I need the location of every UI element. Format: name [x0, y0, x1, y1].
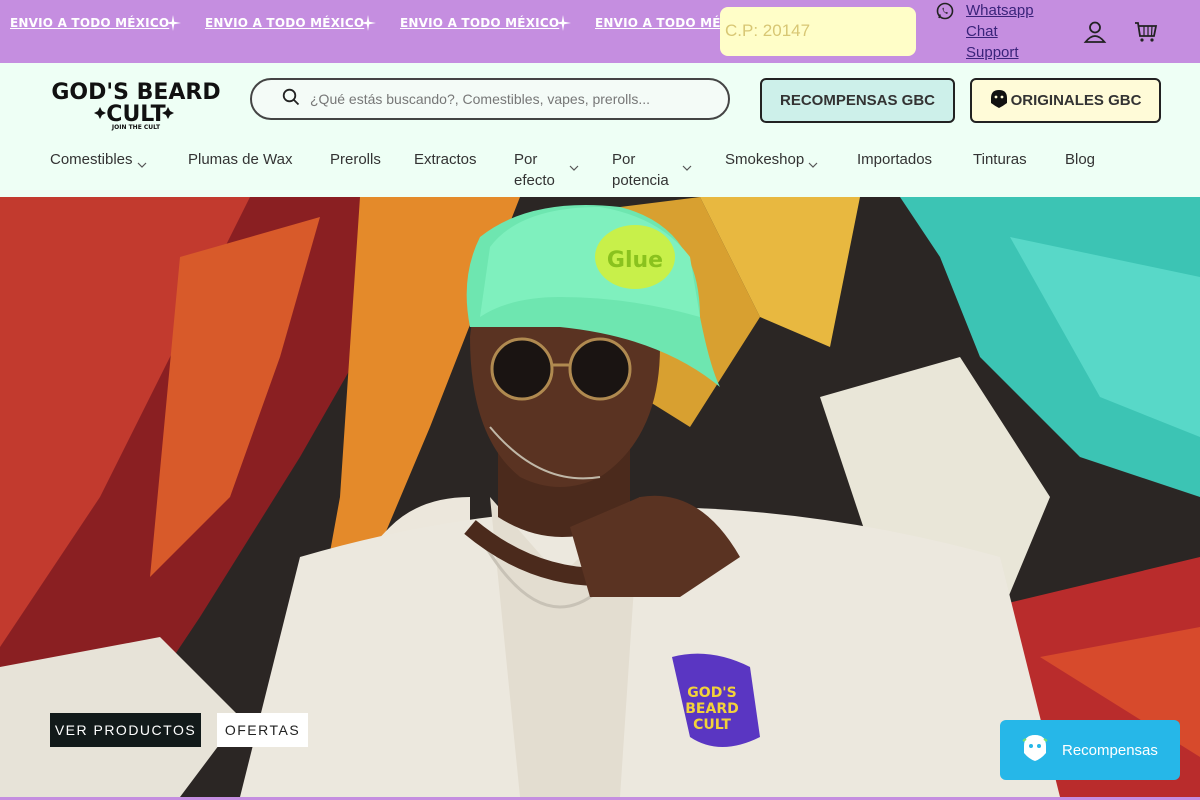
nav-label: Blog: [1065, 151, 1096, 168]
search-bar[interactable]: ¿Qué estás buscando?, Comestibles, vapes…: [250, 78, 730, 120]
marquee-item: ENVIO A TODO MÉXICO: [0, 14, 195, 31]
originals-button[interactable]: ORIGINALES GBC: [970, 78, 1161, 123]
shipping-text[interactable]: ENVIO A TODO MÉXICO: [0, 16, 169, 30]
nav-item-por-potencia[interactable]: Por potencia: [612, 149, 692, 191]
nav-label: Smokeshop: [725, 151, 805, 168]
shipping-text[interactable]: ENVIO A TODO MÉXIC: [585, 16, 725, 30]
marquee-item: ENVIO A TODO MÉXICO: [195, 14, 390, 31]
postal-code-field[interactable]: C.P: 20147: [720, 7, 916, 56]
svg-text:CULT: CULT: [693, 717, 731, 733]
marquee-item: ENVIO A TODO MÉXICO: [390, 14, 585, 31]
nav-item-importados[interactable]: Importados: [857, 149, 932, 170]
shipping-text[interactable]: ENVIO A TODO MÉXICO: [390, 16, 559, 30]
chevron-down-icon: [808, 154, 818, 175]
rewards-widget-label: Recompensas: [1062, 741, 1158, 759]
rewards-button[interactable]: RECOMPENSAS GBC: [760, 78, 955, 123]
ofertas-button[interactable]: OFERTAS: [217, 713, 308, 747]
sparkle-icon: [345, 14, 390, 31]
announcement-bar: ENVIO A TODO MÉXICO ENVIO A TODO MÉXICO …: [0, 0, 1200, 63]
hat-logo-text: Glue: [607, 248, 663, 273]
nav-item-blog[interactable]: Blog: [1065, 149, 1095, 170]
nav-label: Plumas de Wax: [188, 151, 293, 168]
main-nav: Comestibles Plumas de Wax Prerolls Extra…: [0, 149, 1200, 195]
nav-label: Extractos: [414, 151, 477, 168]
sparkle-icon: [150, 14, 195, 31]
ghost-icon: [990, 89, 1008, 113]
nav-item-extractos[interactable]: Extractos: [414, 149, 477, 170]
search-icon: [282, 88, 300, 111]
chevron-down-icon: [569, 157, 579, 178]
nav-label: Prerolls: [330, 151, 381, 168]
logo-tagline: JOIN THE CULT: [111, 124, 161, 131]
shipping-marquee: ENVIO A TODO MÉXICO ENVIO A TODO MÉXICO …: [0, 0, 725, 45]
user-icon[interactable]: [1083, 20, 1107, 49]
nav-item-por-efecto[interactable]: Por efecto: [514, 149, 579, 191]
nav-item-plumas-de-wax[interactable]: Plumas de Wax: [188, 149, 292, 170]
whatsapp-label[interactable]: Whatsapp Chat Support: [966, 0, 1046, 63]
site-header: GOD'S BEARD CULT JOIN THE CULT ¿Qué está…: [0, 63, 1200, 197]
nav-label: Comestibles: [50, 151, 133, 168]
originals-label: ORIGINALES GBC: [1010, 92, 1142, 109]
hero-image: Glue GOD'S BEARD CULT: [0, 197, 1200, 797]
brand-logo[interactable]: GOD'S BEARD CULT JOIN THE CULT: [50, 77, 222, 131]
rewards-widget[interactable]: Recompensas: [1000, 720, 1180, 780]
nav-label: Importados: [857, 151, 933, 168]
nav-item-prerolls[interactable]: Prerolls: [330, 149, 381, 170]
cart-icon[interactable]: [1134, 20, 1158, 49]
nav-label: Por efecto: [514, 151, 555, 189]
marquee-item: ENVIO A TODO MÉXIC: [585, 16, 725, 30]
nav-label: Por potencia: [612, 151, 669, 189]
nav-label: Tinturas: [973, 151, 1027, 168]
nav-item-tinturas[interactable]: Tinturas: [973, 149, 1027, 170]
sparkle-icon: [540, 14, 585, 31]
svg-text:BEARD: BEARD: [685, 701, 738, 717]
gift-icon: [1020, 733, 1050, 767]
ver-productos-button[interactable]: VER PRODUCTOS: [50, 713, 201, 747]
nav-item-smokeshop[interactable]: Smokeshop: [725, 149, 818, 175]
chevron-down-icon: [682, 157, 692, 178]
whatsapp-icon: [936, 2, 954, 63]
search-input[interactable]: ¿Qué estás buscando?, Comestibles, vapes…: [310, 91, 650, 107]
shirt-logo-text: GOD'S: [687, 685, 736, 701]
hero-banner: Glue GOD'S BEARD CULT VER PRODUCTOS OFER…: [0, 197, 1200, 797]
chevron-down-icon: [137, 154, 147, 175]
nav-item-comestibles[interactable]: Comestibles: [50, 149, 147, 175]
logo-sparkle: [94, 107, 106, 119]
shipping-text[interactable]: ENVIO A TODO MÉXICO: [195, 16, 364, 30]
whatsapp-link[interactable]: Whatsapp Chat Support: [936, 0, 1046, 63]
